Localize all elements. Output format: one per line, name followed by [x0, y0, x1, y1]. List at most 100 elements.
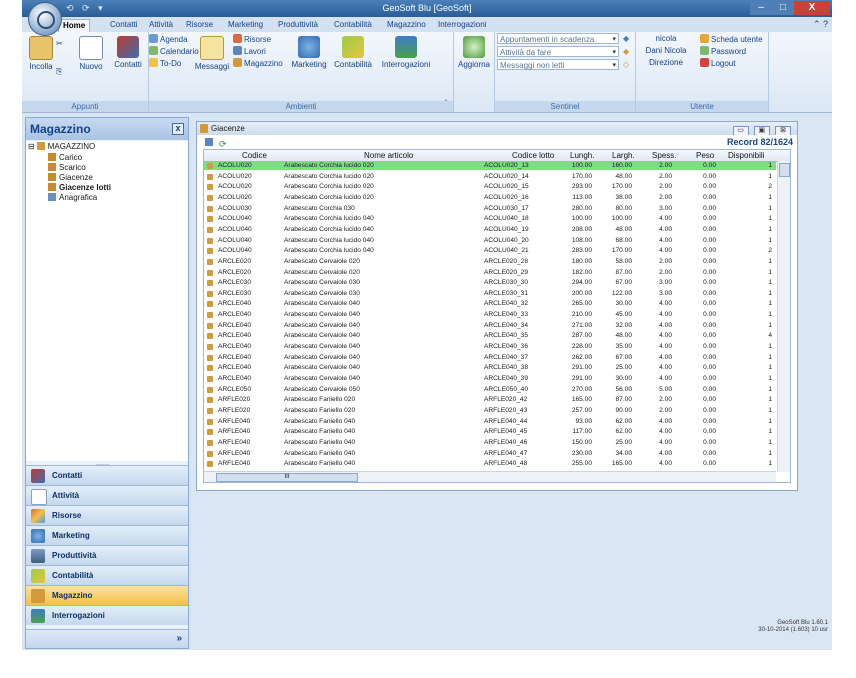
agenda-button[interactable]: Agenda — [149, 34, 188, 45]
table-row[interactable]: ARCLE040 Arabescato Cervaiole 040 ARCLE040… — [204, 364, 776, 372]
sentinel-attivita[interactable]: Attività da fare ▾ — [497, 46, 619, 57]
tab-magazzino[interactable]: Magazzino — [383, 19, 430, 32]
table-row[interactable]: ACOLU040 Arabescato Corchia lucido 040 ACO… — [204, 226, 776, 234]
copy-icon[interactable]: ⎘ — [56, 66, 62, 77]
nav-button-marketing[interactable]: Marketing — [26, 525, 188, 545]
lavori-button[interactable]: Lavori — [233, 46, 266, 57]
tab-interrogazioni[interactable]: Interrogazioni — [434, 19, 490, 32]
table-row[interactable]: ARCLE040 Arabescato Cervaiole 040 ARCLE040… — [204, 311, 776, 319]
table-row[interactable]: ARFLE040 Arabescato Faniello 040 ARFLE040_… — [204, 439, 776, 447]
close-button[interactable]: X — [794, 1, 830, 15]
tree-item-carico[interactable]: Carico — [48, 153, 82, 163]
sentinel-appuntamenti[interactable]: Appuntamenti in scadenza ▾ — [497, 33, 619, 44]
tab-contatti[interactable]: Contatti — [106, 19, 142, 32]
table-row[interactable]: ARCLE040 Arabescato Cervaiole 040 ARCLE040… — [204, 343, 776, 351]
nav-button-contatti[interactable]: Contatti — [26, 465, 188, 485]
configure-buttons-icon[interactable]: » — [176, 633, 182, 644]
nav-button-interrogazioni[interactable]: Interrogazioni — [26, 605, 188, 625]
help-icon[interactable]: ⌃ ? — [813, 19, 828, 30]
collapse-icon[interactable]: ⊟ — [28, 142, 35, 151]
column-header-largh[interactable]: Largh. — [612, 150, 635, 161]
grid-vertical-scrollbar[interactable] — [777, 161, 790, 472]
grid-horizontal-scrollbar[interactable]: III — [204, 471, 776, 482]
logout-button[interactable]: Logout — [700, 58, 735, 69]
table-row[interactable]: ARCLE040 Arabescato Cervaiole 040 ARCLE040… — [204, 322, 776, 330]
risorse-button[interactable]: Risorse — [233, 34, 271, 45]
contabilita-button[interactable]: Contabilità — [331, 36, 375, 69]
cell-codice: ARFLE040 — [218, 460, 251, 468]
resources-icon — [31, 509, 45, 523]
export-icon[interactable] — [205, 138, 213, 146]
todo-button[interactable]: To-Do — [149, 58, 181, 69]
marketing-button[interactable]: Marketing — [289, 36, 329, 69]
nav-button-risorse[interactable]: Risorse — [26, 505, 188, 525]
column-header-codice[interactable]: Codice — [242, 150, 267, 161]
tab-home[interactable]: Home — [58, 19, 91, 33]
aggiorna-button[interactable]: Aggiorna — [456, 36, 492, 69]
column-header-peso[interactable]: Peso — [696, 150, 714, 161]
maximize-button[interactable]: □ — [772, 1, 794, 15]
table-row[interactable]: ARFLE020 Arabescato Faniello 020 ARFLE020_… — [204, 396, 776, 404]
scroll-thumb[interactable]: III — [216, 473, 358, 482]
cell-codice: ACOLU040 — [218, 225, 252, 233]
table-row[interactable]: ARCLE030 Arabescato Cervaiole 030 ARCLE030… — [204, 290, 776, 298]
table-row[interactable]: ARCLE020 Arabescato Cervaiole 020 ARCLE020… — [204, 258, 776, 266]
table-row[interactable]: ACOLU040 Arabescato Corchia lucido 040 ACO… — [204, 215, 776, 223]
cut-icon[interactable]: ✂ — [56, 38, 63, 49]
column-header-spess[interactable]: Spess. — [652, 150, 676, 161]
table-row[interactable]: ARFLE040 Arabescato Faniello 040 ARFLE040_… — [204, 460, 776, 468]
password-button[interactable]: Password — [700, 46, 746, 57]
table-row[interactable]: ARFLE020 Arabescato Faniello 020 ARFLE020_… — [204, 407, 776, 415]
application-menu-button[interactable] — [28, 2, 62, 36]
tab-marketing[interactable]: Marketing — [224, 19, 267, 32]
tree-item-giacenze-lotti[interactable]: Giacenze lotti — [48, 183, 111, 193]
cell-peso: 0.00 — [703, 257, 716, 265]
table-row[interactable]: ARCLE030 Arabescato Cervaiole 030 ARCLE030… — [204, 279, 776, 287]
cell-lungh: 117.00 — [572, 428, 592, 436]
column-header-disponibili[interactable]: Disponibili — [728, 150, 764, 161]
column-header-lungh[interactable]: Lungh. — [570, 150, 594, 161]
tree-item-giacenze[interactable]: Giacenze — [48, 173, 93, 183]
contatti-button[interactable]: Contatti — [110, 36, 146, 69]
table-row[interactable]: ACOLU020 Arabescato Corchia lucido 020 ACO… — [204, 194, 776, 202]
table-row[interactable]: ARCLE050 Arabescato Cervaiole 050 ARCLE050… — [204, 386, 776, 394]
magazzino-button[interactable]: Magazzino — [233, 58, 283, 69]
nav-button-magazzino[interactable]: Magazzino — [26, 585, 188, 605]
sentinel-messaggi[interactable]: Messaggi non letti ▾ — [497, 59, 619, 70]
table-row[interactable]: ARCLE040 Arabescato Cervaiole 040 ARCLE040… — [204, 375, 776, 383]
incolla-button[interactable]: Incolla — [24, 36, 58, 71]
tab-produttivita[interactable]: Produttività — [274, 19, 322, 32]
nav-button-produttivita[interactable]: Produttività — [26, 545, 188, 565]
table-row[interactable]: ARCLE040 Arabescato Cervaiole 040 ARCLE040… — [204, 332, 776, 340]
tab-attivita[interactable]: Attività — [145, 19, 177, 32]
table-row[interactable]: ACOLU020 Arabescato Corchia lucido 020 ACO… — [204, 162, 776, 171]
nav-close-button[interactable]: x — [172, 123, 184, 135]
table-row[interactable]: ARFLE040 Arabescato Faniello 040 ARFLE040_… — [204, 450, 776, 458]
messaggi-button[interactable]: Messaggi — [193, 36, 231, 71]
calendario-button[interactable]: Calendario — [149, 46, 199, 57]
tree-item-anagrafica[interactable]: Anagrafica — [48, 193, 97, 203]
column-header-codice-lotto[interactable]: Codice lotto — [512, 150, 554, 161]
table-row[interactable]: ACOLU030 Arabescato Corchia 030 ACOLU030_1… — [204, 205, 776, 213]
nav-button-attivita[interactable]: Attività — [26, 485, 188, 505]
nuovo-button[interactable]: Nuovo — [74, 36, 108, 71]
scheda-utente-button[interactable]: Scheda utente — [700, 34, 763, 45]
interrogazioni-button[interactable]: Interrogazioni — [377, 36, 435, 69]
tab-contabilita[interactable]: Contabilità — [330, 19, 376, 32]
table-row[interactable]: ACOLU040 Arabescato Corchia lucido 040 ACO… — [204, 247, 776, 255]
tab-risorse[interactable]: Risorse — [182, 19, 217, 32]
tree-root[interactable]: ⊟ MAGAZZINO — [28, 142, 95, 152]
table-row[interactable]: ARFLE040 Arabescato Faniello 040 ARFLE040_… — [204, 418, 776, 426]
table-row[interactable]: ACOLU040 Arabescato Corchia lucido 040 ACO… — [204, 237, 776, 245]
nav-button-contabilita[interactable]: Contabilità — [26, 565, 188, 585]
table-row[interactable]: ARCLE040 Arabescato Cervaiole 040 ARCLE040… — [204, 354, 776, 362]
column-header-nome-articolo[interactable]: Nome articolo — [364, 150, 413, 161]
table-row[interactable]: ARFLE040 Arabescato Faniello 040 ARFLE040_… — [204, 428, 776, 436]
table-row[interactable]: ARCLE020 Arabescato Cervaiole 020 ARCLE020… — [204, 269, 776, 277]
table-row[interactable]: ARCLE040 Arabescato Cervaiole 040 ARCLE040… — [204, 300, 776, 308]
scroll-thumb[interactable] — [779, 163, 790, 177]
table-row[interactable]: ACOLU020 Arabescato Corchia lucido 020 ACO… — [204, 183, 776, 191]
tree-item-scarico[interactable]: Scarico — [48, 163, 86, 173]
minimize-button[interactable]: – — [750, 1, 772, 15]
table-row[interactable]: ACOLU020 Arabescato Corchia lucido 020 ACO… — [204, 173, 776, 181]
